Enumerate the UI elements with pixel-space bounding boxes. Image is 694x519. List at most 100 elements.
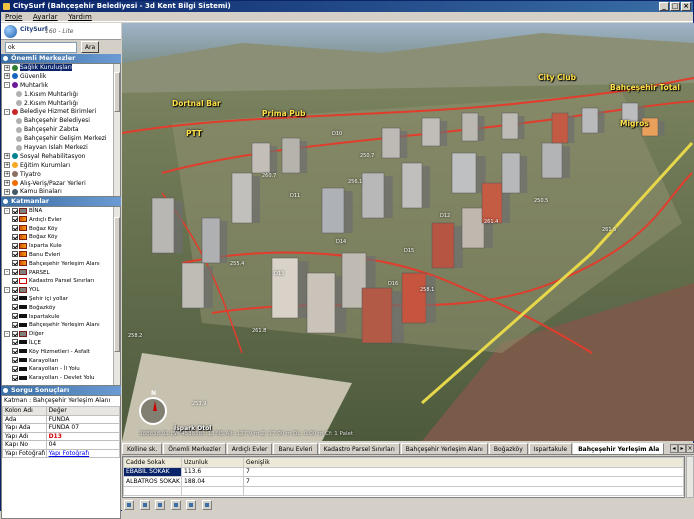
building-block[interactable] — [501, 112, 519, 140]
building-marker[interactable]: D12 — [440, 213, 450, 219]
minimize-button[interactable]: _ — [659, 2, 669, 11]
layer-tree-item[interactable]: - YOL — [2, 286, 120, 295]
compass-control[interactable]: N — [139, 390, 167, 425]
export-button[interactable] — [201, 500, 212, 510]
last-record-button[interactable] — [170, 500, 181, 510]
expand-toggle-icon[interactable]: - — [4, 269, 10, 276]
layer-visibility-checkbox[interactable] — [12, 251, 18, 258]
expand-toggle-icon[interactable]: + — [4, 162, 10, 169]
layer-visibility-checkbox[interactable] — [12, 339, 18, 346]
expand-toggle-icon[interactable]: - — [4, 108, 10, 115]
building-marker[interactable]: D15 — [404, 248, 414, 254]
height-marker[interactable]: 256.1 — [348, 179, 362, 185]
bottom-tab[interactable]: Ardıçlı Evler — [226, 443, 273, 454]
map-label-total[interactable]: Bahçeşehir Total — [610, 83, 680, 92]
bottom-tab[interactable]: Banu Evleri — [273, 443, 318, 454]
grid-row[interactable]: EBABİL SOKAK 113.6 7 — [123, 466, 684, 477]
tab-scroll-right-icon[interactable]: ▸ — [678, 444, 686, 453]
expand-toggle-icon[interactable]: - — [4, 286, 10, 293]
building-block[interactable] — [501, 152, 521, 194]
building-block[interactable] — [361, 287, 393, 344]
bottom-tab[interactable]: Kadastro Parsel Sınırları — [318, 443, 400, 454]
layer-visibility-checkbox[interactable] — [12, 216, 18, 223]
layer-visibility-checkbox[interactable] — [12, 330, 18, 337]
layer-visibility-checkbox[interactable] — [12, 233, 18, 240]
bottom-tab[interactable]: Bahçeşehir Yerleşim Alanı — [400, 443, 488, 454]
height-marker[interactable]: 261.4 — [484, 219, 498, 225]
building-block[interactable] — [271, 257, 299, 319]
building-block[interactable] — [201, 217, 221, 264]
layer-tree-item[interactable]: Banu Evleri — [2, 251, 120, 260]
poi-tree-item[interactable]: + Tiyatro — [2, 171, 120, 180]
grid-cell[interactable]: 113.6 — [181, 466, 244, 477]
poi-tree-item[interactable]: Bahçeşehir Zabıta — [2, 126, 120, 135]
poi-panel-header[interactable]: Önemli Merkezler — [1, 54, 121, 63]
layer-tree-item[interactable]: Şehir içi yollar — [2, 295, 120, 304]
building-block[interactable] — [581, 107, 599, 134]
building-marker[interactable]: D14 — [336, 239, 346, 245]
3d-map-view[interactable]: Dortnal Bar Prima Pub PTT City Club Bahç… — [122, 23, 694, 441]
building-block[interactable] — [231, 172, 253, 224]
layer-visibility-checkbox[interactable] — [12, 365, 18, 372]
first-record-button[interactable] — [124, 500, 134, 510]
bottom-tab[interactable]: Önemli Merkezler — [163, 443, 226, 454]
building-block[interactable] — [361, 172, 385, 219]
height-marker[interactable]: 258.1 — [420, 287, 434, 293]
map-label-cityclub[interactable]: City Club — [538, 73, 576, 82]
layer-tree-item[interactable]: Karayolları - Devlet Yolu — [2, 374, 120, 383]
map-label-dortnal[interactable]: Dortnal Bar — [172, 99, 221, 108]
expand-toggle-icon[interactable]: + — [4, 180, 10, 187]
layer-visibility-checkbox[interactable] — [12, 277, 18, 284]
building-block[interactable] — [481, 182, 503, 224]
grid-header-cell[interactable]: Genişlik — [243, 457, 684, 468]
search-input[interactable] — [5, 42, 77, 53]
height-marker[interactable]: 261.6 — [602, 227, 616, 233]
height-marker[interactable]: 261.8 — [252, 328, 266, 334]
poi-tree-item[interactable]: + Sosyal Rehabilitasyon — [2, 153, 120, 162]
layer-tree-item[interactable]: Boğazköy — [2, 304, 120, 313]
expand-toggle-icon[interactable]: - — [4, 207, 10, 214]
building-block[interactable] — [421, 117, 441, 147]
building-block[interactable] — [381, 127, 401, 159]
layer-tree-item[interactable]: Bahçeşehir Yerleşim Alanı — [2, 260, 120, 269]
layer-visibility-checkbox[interactable] — [12, 260, 18, 267]
grid-cell[interactable]: 7 — [243, 476, 684, 487]
menu-ayarlar[interactable]: Ayarlar — [29, 12, 62, 22]
layer-visibility-checkbox[interactable] — [12, 348, 18, 355]
poi-tree-item[interactable]: + Sağlık Kuruluşları — [2, 64, 120, 73]
menu-yardim[interactable]: Yardım — [64, 12, 96, 22]
layer-tree-item[interactable]: Boğaz Köy — [2, 225, 120, 234]
layer-tree-item[interactable]: Ardıçlı Evler — [2, 216, 120, 225]
expand-toggle-icon[interactable]: + — [4, 64, 10, 71]
zoom-to-button[interactable] — [186, 500, 197, 510]
menu-proje[interactable]: Proje — [1, 12, 26, 22]
height-marker[interactable]: 260.7 — [262, 173, 276, 179]
layer-visibility-checkbox[interactable] — [12, 357, 18, 364]
building-block[interactable] — [551, 112, 569, 144]
grid-cell[interactable]: EBABİL SOKAK — [123, 466, 182, 477]
layer-visibility-checkbox[interactable] — [12, 321, 18, 328]
poi-tree-item[interactable]: + Eğitim Kurumları — [2, 162, 120, 171]
height-marker[interactable]: 250.7 — [360, 153, 374, 159]
map-label-ptt[interactable]: PTT — [186, 129, 202, 138]
grid-cell[interactable] — [123, 485, 182, 496]
building-block[interactable] — [151, 197, 175, 254]
layer-visibility-checkbox[interactable] — [12, 295, 18, 302]
map-label-migros[interactable]: Migros — [620, 119, 649, 128]
maximize-button[interactable]: □ — [670, 2, 680, 11]
layer-tree-item[interactable]: Kadastro Parsel Sınırları — [2, 277, 120, 286]
building-block[interactable] — [461, 207, 485, 249]
building-block[interactable] — [461, 112, 479, 142]
height-marker[interactable]: 253.9 — [192, 401, 206, 407]
results-panel-header[interactable]: Sorgu Sonuçları — [1, 386, 121, 395]
scroll-thumb[interactable] — [114, 217, 120, 352]
grid-header-cell[interactable]: Uzunluk — [181, 457, 244, 468]
bottom-tab[interactable]: Kolline sk. — [122, 443, 163, 454]
layer-tree-item[interactable]: Ispartakule — [2, 313, 120, 322]
expand-toggle-icon[interactable]: + — [4, 73, 10, 80]
building-block[interactable] — [306, 272, 336, 334]
layer-visibility-checkbox[interactable] — [12, 207, 18, 214]
poi-tree-item[interactable]: Bahçeşehir Belediyesi — [2, 117, 120, 126]
layer-tree-item[interactable]: - Diğer — [2, 330, 120, 339]
height-marker[interactable]: 250.5 — [534, 198, 548, 204]
